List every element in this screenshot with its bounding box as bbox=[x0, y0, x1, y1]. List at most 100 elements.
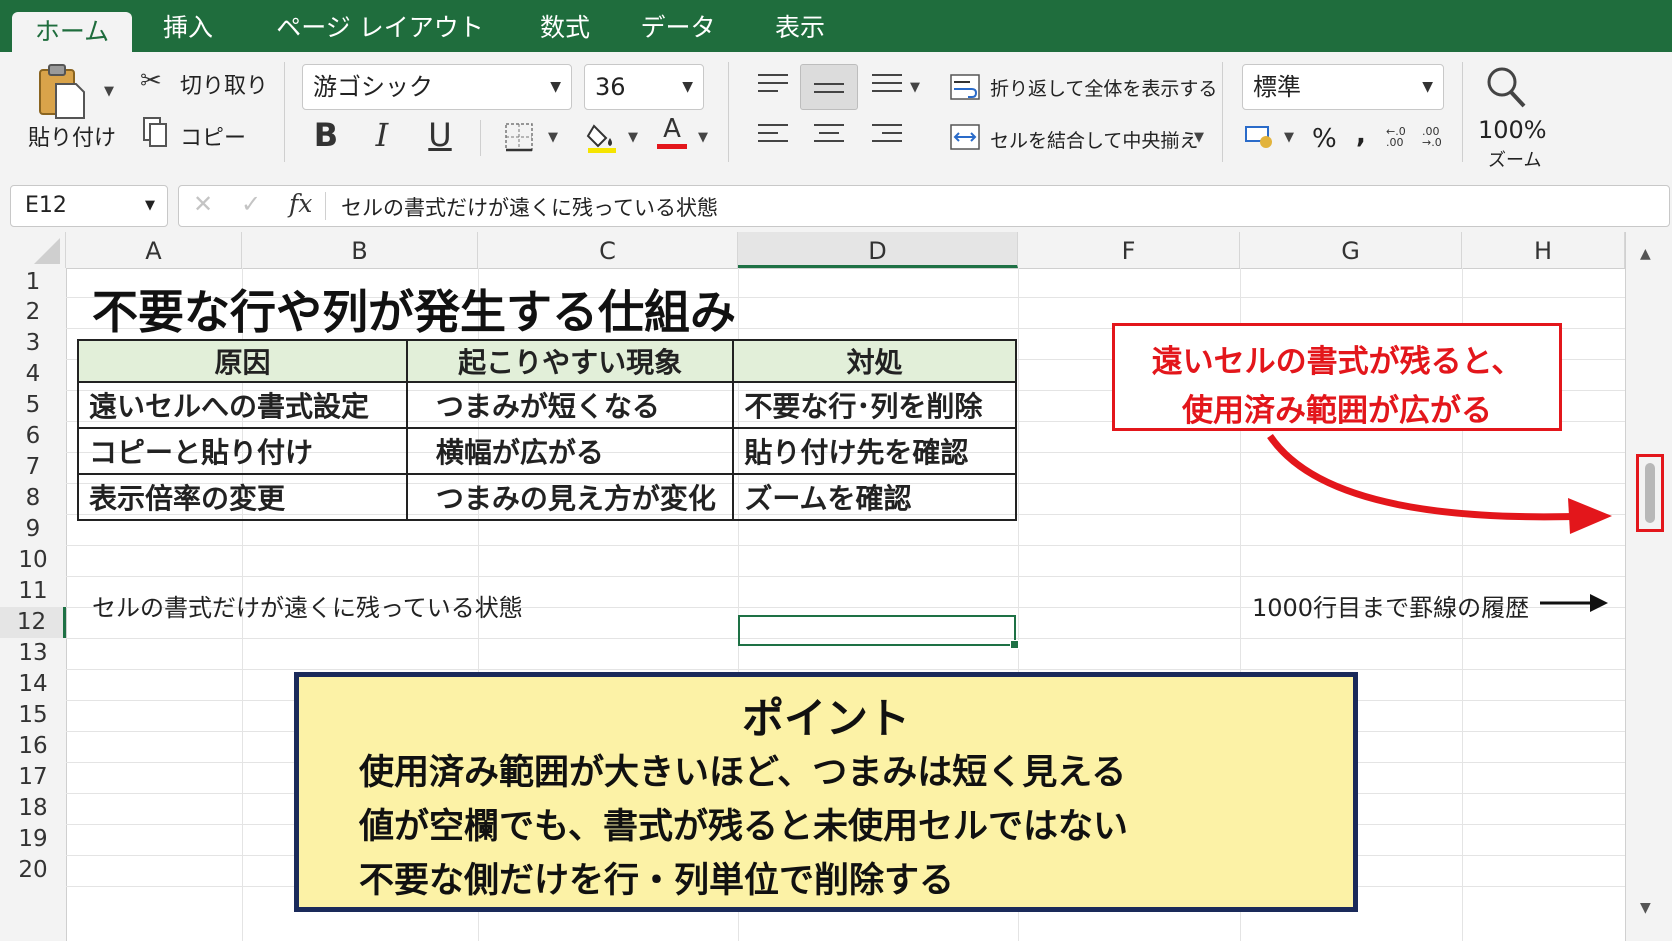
accounting-format-icon[interactable] bbox=[1244, 124, 1276, 150]
column-header-h[interactable]: H bbox=[1462, 232, 1625, 268]
font-color-button[interactable]: A bbox=[656, 114, 688, 154]
font-size-dropdown[interactable]: 36 ▼ bbox=[584, 64, 704, 110]
column-header-g[interactable]: G bbox=[1240, 232, 1462, 268]
borders-icon[interactable] bbox=[504, 122, 534, 152]
copy-icon[interactable] bbox=[142, 116, 167, 147]
zoom-icon[interactable] bbox=[1484, 64, 1528, 110]
tab-data[interactable]: データ bbox=[628, 0, 728, 52]
table-cell[interactable]: つまみの見え方が変化 bbox=[405, 473, 735, 521]
align-left-icon[interactable] bbox=[758, 124, 788, 148]
row-header[interactable]: 7 bbox=[0, 452, 66, 483]
table-cell[interactable]: 貼り付け先を確認 bbox=[732, 427, 1017, 475]
align-center-icon[interactable] bbox=[814, 124, 844, 148]
number-format-dropdown[interactable]: 標準 ▼ bbox=[1242, 64, 1444, 110]
table-cell[interactable]: つまみが短くなる bbox=[405, 381, 735, 429]
scroll-thumb[interactable] bbox=[1645, 463, 1655, 523]
table-cell[interactable]: コピーと貼り付け bbox=[77, 427, 408, 475]
table-header-phenomenon[interactable]: 起こりやすい現象 bbox=[405, 339, 735, 383]
sheet-title[interactable]: 不要な行や列が発生する仕組み bbox=[92, 276, 736, 342]
cancel-icon[interactable]: ✕ bbox=[193, 190, 213, 218]
wrap-text-label[interactable]: 折り返して全体を表示する bbox=[990, 74, 1217, 101]
row-header[interactable]: 3 bbox=[0, 328, 66, 359]
column-header-a[interactable]: A bbox=[66, 232, 242, 268]
copy-label[interactable]: コピー bbox=[180, 120, 246, 152]
row-header[interactable]: 4 bbox=[0, 359, 66, 390]
cut-label[interactable]: 切り取り bbox=[180, 68, 268, 100]
chevron-down-icon[interactable]: ▼ bbox=[910, 80, 920, 95]
paste-dropdown-icon[interactable]: ▼ bbox=[104, 84, 114, 99]
chevron-down-icon[interactable]: ▼ bbox=[628, 130, 638, 145]
bold-button[interactable]: B bbox=[306, 116, 346, 154]
italic-button[interactable]: I bbox=[362, 116, 402, 154]
zoom-value[interactable]: 100% bbox=[1478, 116, 1547, 144]
insert-function-button[interactable]: fx bbox=[289, 189, 312, 218]
row-header[interactable]: 6 bbox=[0, 421, 66, 452]
chevron-down-icon[interactable]: ▼ bbox=[698, 130, 708, 145]
name-box[interactable]: E12 ▼ bbox=[10, 185, 168, 227]
row-header[interactable]: 18 bbox=[0, 793, 66, 824]
row-header[interactable]: 2 bbox=[0, 297, 66, 328]
comma-button[interactable]: , bbox=[1356, 120, 1366, 150]
gridline bbox=[66, 669, 1625, 670]
scroll-down-icon[interactable]: ▼ bbox=[1640, 900, 1651, 916]
row-header[interactable]: 11 bbox=[0, 576, 66, 607]
align-bottom-icon[interactable] bbox=[872, 74, 902, 98]
row-header[interactable]: 5 bbox=[0, 390, 66, 421]
tab-view[interactable]: 表示 bbox=[760, 0, 840, 52]
selected-cell[interactable] bbox=[738, 615, 1019, 649]
row-header[interactable]: 12 bbox=[0, 607, 66, 638]
formula-input[interactable]: ✕ ✓ fx セルの書式だけが遠くに残っている状態 bbox=[178, 185, 1670, 227]
row-header[interactable]: 9 bbox=[0, 514, 66, 545]
table-header-remedy[interactable]: 対処 bbox=[732, 339, 1017, 383]
decrease-decimal-icon[interactable]: .00 →.0 bbox=[1422, 126, 1442, 148]
paste-icon[interactable] bbox=[36, 62, 86, 120]
percent-button[interactable]: % bbox=[1312, 124, 1337, 154]
table-cell[interactable]: 表示倍率の変更 bbox=[77, 473, 408, 521]
enter-check-icon[interactable]: ✓ bbox=[241, 190, 261, 218]
row-header[interactable]: 8 bbox=[0, 483, 66, 514]
note-text[interactable]: セルの書式だけが遠くに残っている状態 bbox=[92, 588, 523, 623]
column-header-d[interactable]: D bbox=[738, 232, 1018, 268]
font-name-dropdown[interactable]: 游ゴシック ▼ bbox=[302, 64, 572, 110]
fill-color-icon[interactable] bbox=[586, 120, 618, 154]
align-middle-button[interactable] bbox=[800, 64, 858, 110]
scissors-icon[interactable]: ✂ bbox=[140, 66, 162, 96]
table-cell[interactable]: 遠いセルへの書式設定 bbox=[77, 381, 408, 429]
row-header[interactable]: 15 bbox=[0, 700, 66, 731]
chevron-down-icon[interactable]: ▼ bbox=[1284, 130, 1294, 145]
row-header[interactable]: 20 bbox=[0, 855, 66, 886]
table-cell[interactable]: ズームを確認 bbox=[732, 473, 1017, 521]
row-header[interactable]: 13 bbox=[0, 638, 66, 669]
wrap-text-icon[interactable] bbox=[950, 74, 980, 100]
merge-center-icon[interactable] bbox=[950, 124, 980, 150]
column-header-b[interactable]: B bbox=[242, 232, 478, 268]
row-header[interactable]: 10 bbox=[0, 545, 66, 576]
paste-label[interactable]: 貼り付け bbox=[28, 120, 116, 152]
underline-button[interactable]: U bbox=[420, 116, 460, 154]
table-cell[interactable]: 横幅が広がる bbox=[405, 427, 735, 475]
table-header-cause[interactable]: 原因 bbox=[77, 339, 408, 383]
row-header[interactable]: 16 bbox=[0, 731, 66, 762]
vertical-scrollbar[interactable]: ▲ ▼ bbox=[1625, 232, 1672, 941]
history-label[interactable]: 1000行目まで罫線の履歴 bbox=[1252, 588, 1529, 623]
column-header-f[interactable]: F bbox=[1018, 232, 1240, 268]
row-header[interactable]: 19 bbox=[0, 824, 66, 855]
tab-home[interactable]: ホーム bbox=[12, 12, 132, 52]
select-all-corner[interactable] bbox=[0, 232, 66, 268]
row-header[interactable]: 14 bbox=[0, 669, 66, 700]
table-cell[interactable]: 不要な行･列を削除 bbox=[732, 381, 1017, 429]
fill-handle[interactable] bbox=[1010, 640, 1019, 649]
increase-decimal-icon[interactable]: ←.0.00 bbox=[1386, 126, 1406, 148]
tab-insert[interactable]: 挿入 bbox=[148, 0, 228, 52]
tab-page-layout[interactable]: ページ レイアウト bbox=[270, 0, 490, 52]
align-right-icon[interactable] bbox=[872, 124, 902, 148]
chevron-down-icon[interactable]: ▼ bbox=[1194, 130, 1204, 145]
chevron-down-icon[interactable]: ▼ bbox=[548, 130, 558, 145]
column-header-c[interactable]: C bbox=[478, 232, 738, 268]
scroll-up-icon[interactable]: ▲ bbox=[1640, 246, 1651, 262]
row-header[interactable]: 1 bbox=[0, 268, 66, 297]
align-top-icon[interactable] bbox=[758, 74, 788, 98]
row-header[interactable]: 17 bbox=[0, 762, 66, 793]
tab-formulas[interactable]: 数式 bbox=[520, 0, 610, 52]
merge-center-label[interactable]: セルを結合して中央揃え bbox=[990, 126, 1198, 153]
